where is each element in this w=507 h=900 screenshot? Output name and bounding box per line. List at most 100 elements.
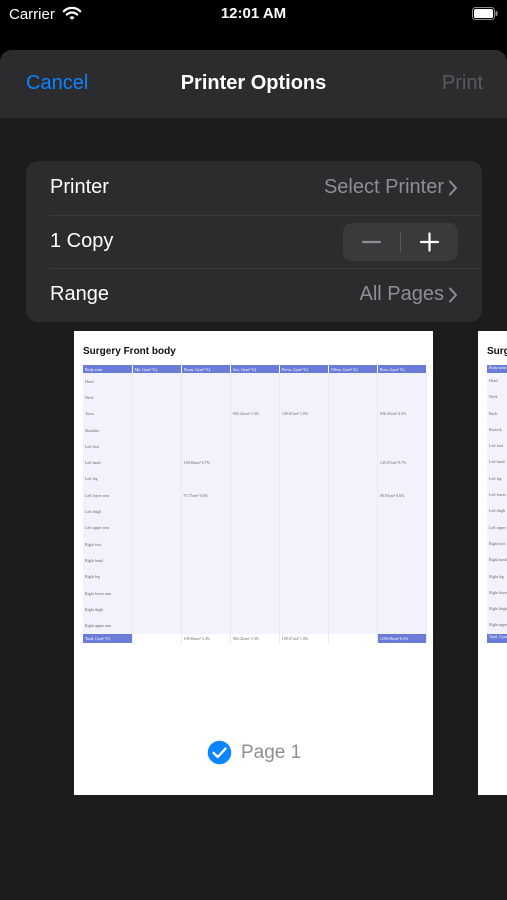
doc-table: Body zone Mn, Gym² %] Norm, Gym² %] Acc, Gy… [83,365,428,643]
table-cell [377,552,428,569]
table-cell [230,470,280,488]
row-divider [50,268,482,269]
table-header-cell: Prevn, Gym² %] [279,365,329,373]
table-cell: 936.45cm² 4.3% [377,405,428,422]
table-cell [328,470,378,488]
table-cell [181,421,231,439]
table-header-cell: Acc, Gym² %] [230,365,280,373]
table-cell: Left hand [487,454,507,471]
table-cell [377,421,428,439]
table-cell [377,568,428,585]
table-cell [230,503,280,520]
table-cell [377,617,428,634]
table-cell [181,584,231,602]
status-bar: Carrier 12:01 AM [0,0,507,30]
table-row: Left upper arm [83,519,428,536]
table-cell [328,568,378,585]
table-cell [328,633,378,643]
table-row: Right lower arm [83,584,428,602]
table-row: Left lower arm 97.75cm² 0.6% 96.93cm² 0.6% [83,487,428,504]
table-cell [181,373,231,390]
table-header-cell: Body zone [487,365,507,373]
table-cell: Back [487,405,507,422]
table-cell: Right lower arm [487,584,507,602]
printer-label: Printer [50,176,109,198]
table-cell [328,535,378,553]
page-title: Printer Options [180,72,327,94]
table-cell: 1290.96cm² 6.3% [377,633,428,643]
table-header-cell: Body zone [83,365,133,373]
table-row: Left leg [83,470,428,488]
table-cell [132,633,182,643]
range-label: Range [50,283,109,305]
table-cell [181,389,231,406]
table-cell [132,487,182,504]
table-cell [279,438,329,455]
table-cell [132,535,182,553]
table-row: Right hand [83,552,428,569]
table-cell: 169.84cm² 0.7% [181,454,231,471]
table-cell [181,405,231,422]
table-cell [230,601,280,618]
table-cell [328,389,378,406]
table-cell: Neck [83,389,133,406]
table-cell [132,519,182,536]
table-row: Right thigh [83,601,428,618]
table-cell [328,373,378,390]
table-cell [230,535,280,553]
table-cell: Head [487,373,507,390]
table-cell [279,389,329,406]
table-cell [279,503,329,520]
table-cell: 109.67cm² 1.0% [279,633,329,643]
checkmark-circle-icon[interactable] [206,739,233,766]
table-row: Right leg [83,568,428,585]
printer-row[interactable]: Printer Select Printer [26,161,482,215]
page-1-preview[interactable]: Surgery Front body Body zone Mn, Gym² %] N… [74,331,433,795]
table-cell: 965.42cm² 3.3% [230,405,280,422]
table-cell [328,617,378,634]
table-cell [377,584,428,602]
table-cell [230,454,280,471]
table-cell [279,454,329,471]
plus-icon[interactable] [401,223,458,261]
table-cell [132,617,182,634]
table-cell [230,438,280,455]
minus-icon[interactable] [343,223,400,261]
table-cell [132,405,182,422]
table-cell [132,373,182,390]
table-row: Right foot [83,535,428,553]
table-cell: Right upper arm [83,617,133,634]
table-cell [279,601,329,618]
table-row: Left foot [83,438,428,455]
table-cell: 145.67cm² 0.7% [377,454,428,471]
table-cell [132,389,182,406]
table-cell [181,617,231,634]
table-cell [279,373,329,390]
table-cell [230,421,280,439]
table-cell: Left upper arm [487,519,507,536]
table-cell [230,584,280,602]
table-cell [230,487,280,504]
table-cell [328,438,378,455]
table-cell [328,421,378,439]
table-cell [181,519,231,536]
table-header-cell: Bore, Gym² %] [377,365,428,373]
table-cell: Left foot [83,438,133,455]
table-cell: Right lower arm [83,584,133,602]
copies-row: 1 Copy [26,215,482,269]
table-cell: 97.75cm² 0.6% [181,487,231,504]
page-2-preview[interactable]: Surg Body zone Head Neck Back Buttock Left f… [478,331,507,795]
table-cell [279,421,329,439]
table-cell [132,454,182,471]
table-cell: 96.93cm² 0.6% [377,487,428,504]
clock: 12:01 AM [220,5,287,22]
table-total-cell: Total, Gym² [487,633,507,643]
table-cell [377,470,428,488]
table-cell [132,503,182,520]
row-divider [50,215,482,216]
print-button[interactable]: Print [442,72,483,95]
copies-stepper [343,223,458,261]
range-row[interactable]: Range All Pages [26,268,482,322]
table-cell: Right thigh [487,601,507,618]
copies-label: 1 Copy [50,230,114,252]
